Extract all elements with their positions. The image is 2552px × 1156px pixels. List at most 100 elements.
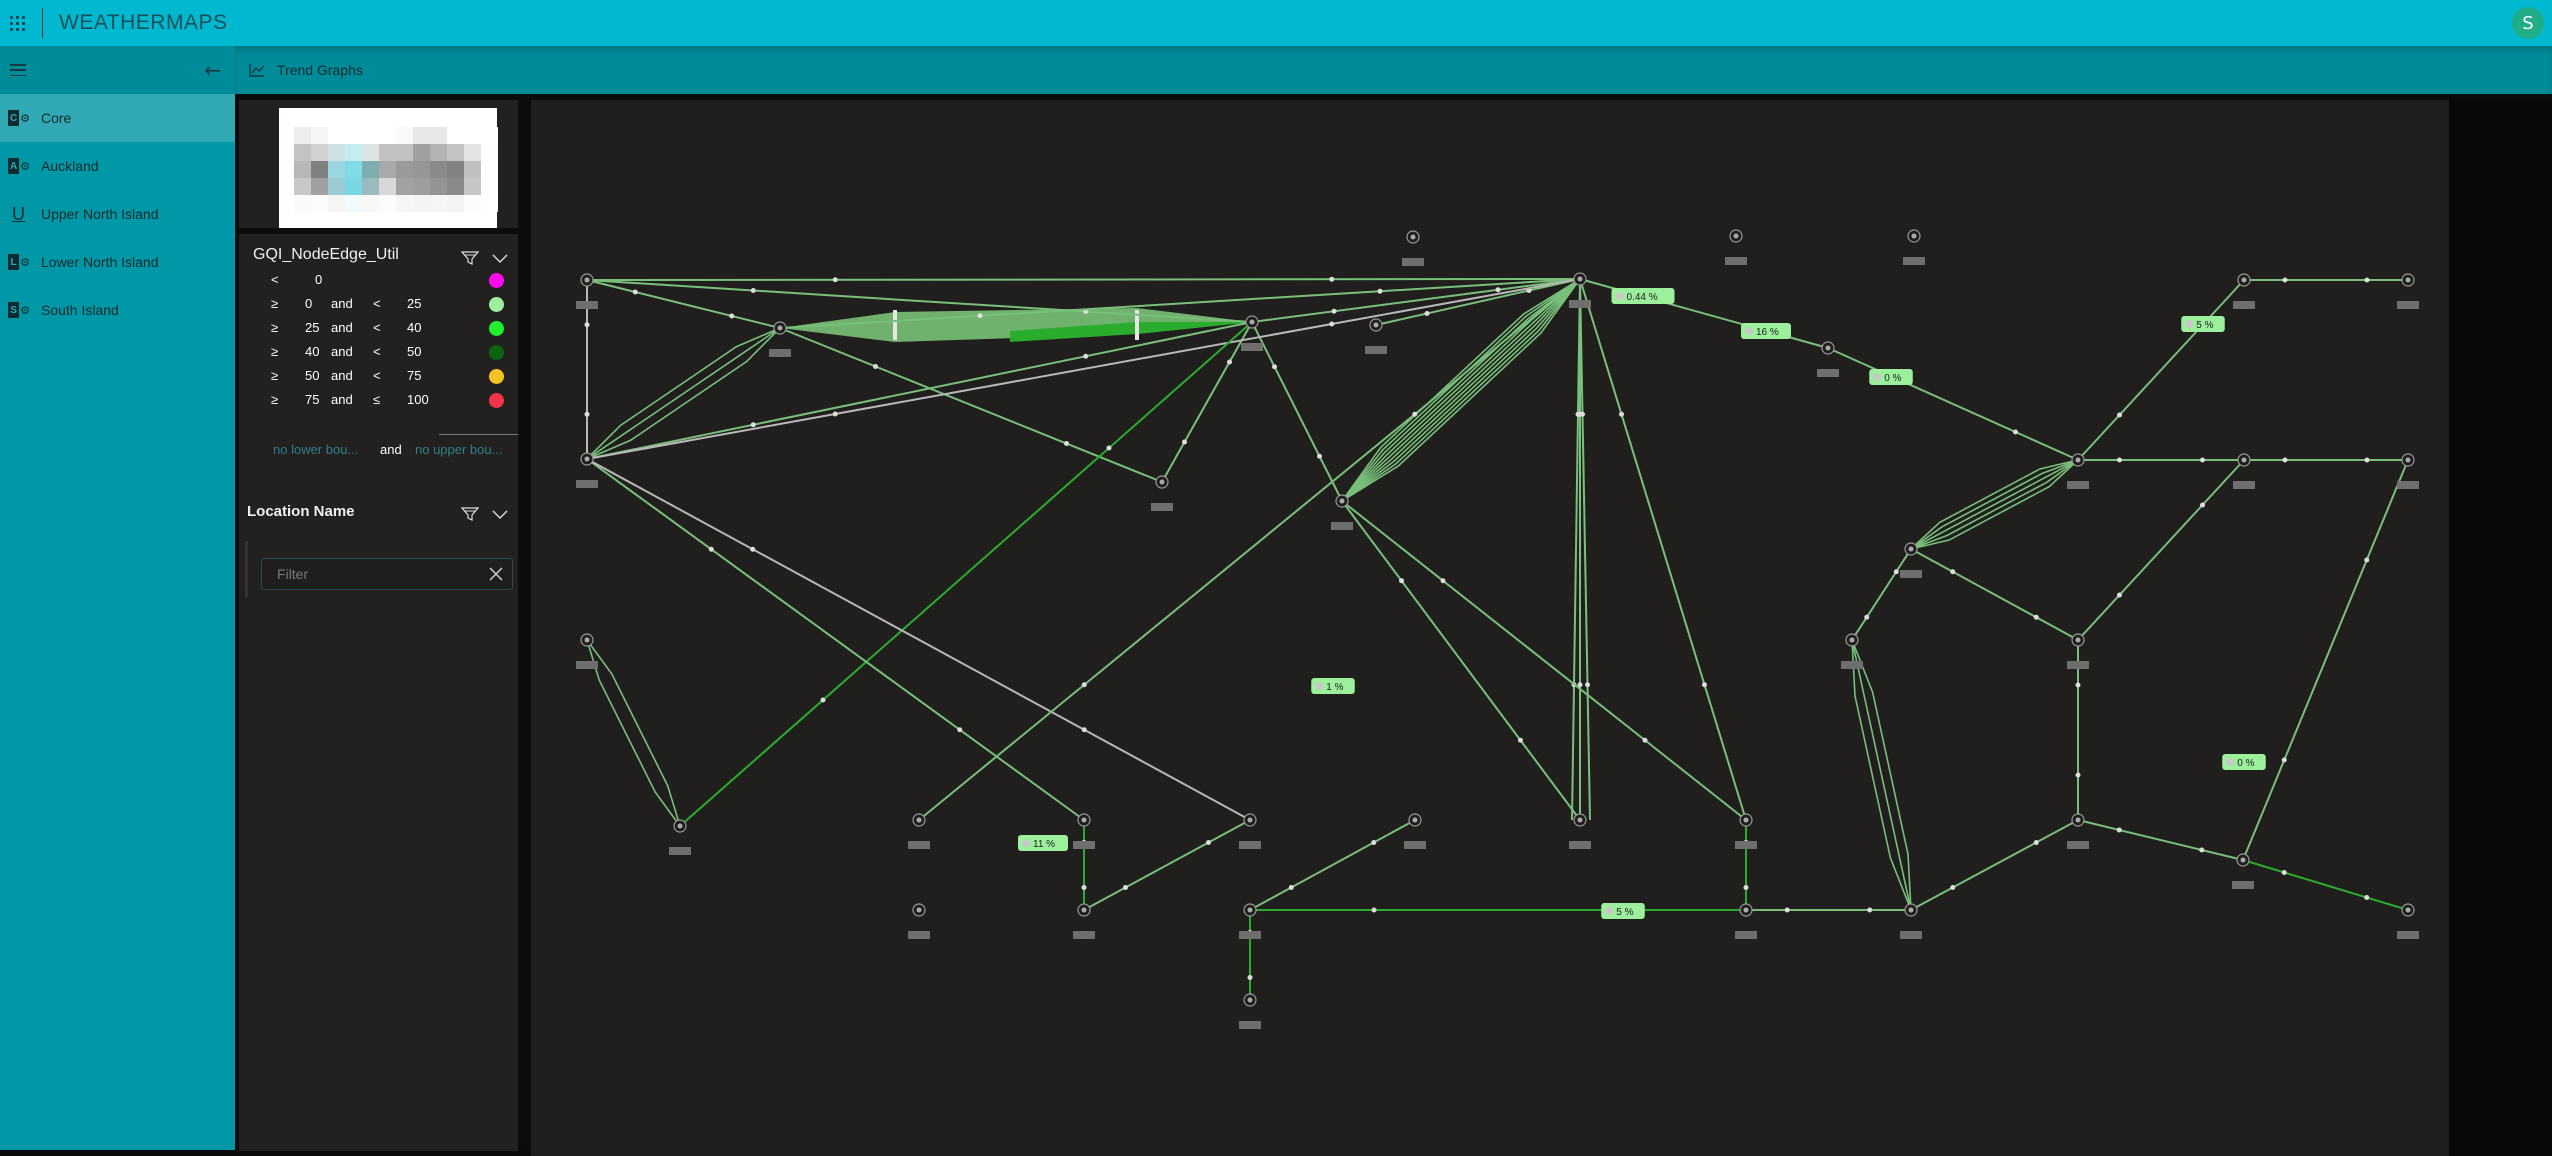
map-node[interactable] [1817, 341, 1839, 377]
chevron-down-icon[interactable] [492, 510, 508, 520]
hamburger-menu-icon[interactable] [10, 64, 26, 76]
node-name-redacted [1073, 931, 1095, 939]
sidebar-item-label: South Island [41, 302, 119, 318]
map-node[interactable] [1151, 475, 1173, 511]
link-edge[interactable] [586, 278, 1581, 281]
chevron-down-icon[interactable] [492, 254, 508, 264]
legend-color-swatch[interactable] [489, 369, 504, 384]
thumbnail-pixel [345, 127, 362, 144]
thumbnail-pixel [379, 195, 396, 212]
utilization-badge[interactable]: 0.44 % [1611, 288, 1675, 304]
link-edge[interactable] [1579, 278, 1747, 821]
bundled-link-edge[interactable] [1341, 278, 1581, 502]
link-edge[interactable] [2077, 279, 2245, 461]
weathermap-canvas[interactable]: 0.44 % 16 % 0 % 5 % 1 % 11 % 5 % 0 % [531, 100, 2449, 1156]
network-weathermap[interactable]: 0.44 % 16 % 0 % 5 % 1 % 11 % 5 % 0 % [531, 100, 2449, 1156]
link-midpoint-marker [1288, 885, 1294, 890]
link-edge[interactable] [2242, 459, 2409, 861]
legend-color-swatch[interactable] [489, 393, 504, 408]
utilization-badge[interactable]: 0 % [1869, 369, 1913, 385]
map-node[interactable] [2397, 903, 2419, 939]
link-edge[interactable] [1249, 819, 1416, 911]
location-filter-title: Location Name [247, 503, 355, 520]
link-midpoint-marker [832, 277, 838, 283]
link-edge[interactable] [1571, 278, 1581, 821]
map-node[interactable] [669, 819, 691, 855]
thumbnail-pixel [481, 161, 498, 178]
legend-and: and [331, 368, 353, 383]
location-filter-input[interactable] [262, 566, 472, 582]
thumbnail-pixel [396, 161, 413, 178]
map-node[interactable] [1073, 903, 1095, 939]
map-node[interactable] [908, 813, 930, 849]
legend-color-swatch[interactable] [489, 273, 504, 288]
utilization-badge[interactable]: 11 % [1018, 835, 1068, 851]
link-edge[interactable] [2242, 859, 2409, 911]
lower-bound-input[interactable]: no lower bou... [273, 442, 358, 457]
link-edge[interactable] [1083, 819, 1251, 911]
bundled-link-edge[interactable] [586, 639, 681, 827]
app-launcher-icon[interactable] [10, 14, 28, 32]
filter-icon[interactable] [461, 250, 479, 266]
map-node[interactable] [908, 903, 930, 939]
utilization-badge[interactable]: 1 % [1311, 678, 1355, 694]
trend-graphs-link[interactable]: Trend Graphs [277, 62, 363, 78]
map-thumbnail[interactable] [279, 108, 498, 228]
sidebar-item-core[interactable]: C ⚙ Core [0, 94, 235, 142]
map-node[interactable] [1239, 813, 1261, 849]
utilization-badge[interactable]: 5 % [1601, 903, 1645, 919]
link-edge[interactable] [1910, 819, 2079, 911]
link-edge[interactable] [1910, 548, 2079, 641]
sidebar-item-lower-north-island[interactable]: L ⚙ Lower North Island [0, 238, 235, 286]
utilization-value: 0 % [1884, 373, 1901, 384]
map-node[interactable] [1239, 993, 1261, 1029]
legend-color-swatch[interactable] [489, 321, 504, 336]
link-midpoint-marker [832, 411, 838, 417]
link-edge[interactable] [2077, 459, 2245, 641]
underline-u-icon: U [12, 203, 25, 224]
link-midpoint-marker [1272, 364, 1277, 370]
utilization-badge[interactable]: 16 % [1741, 323, 1791, 339]
link-edge[interactable] [2077, 819, 2244, 861]
node-name-redacted [1402, 258, 1424, 266]
upper-bound-input[interactable]: no upper bou... [415, 442, 502, 457]
map-node[interactable] [1903, 229, 1925, 265]
utilization-badge[interactable]: 5 % [2181, 316, 2225, 332]
link-edge[interactable] [918, 278, 1581, 821]
link-edge[interactable] [586, 458, 1085, 821]
link-edge[interactable] [1579, 278, 1591, 821]
link-midpoint-marker [2282, 277, 2288, 283]
map-node[interactable] [1402, 230, 1424, 266]
link-edge[interactable] [586, 279, 781, 329]
utilization-badge[interactable]: 0 % [2222, 754, 2266, 770]
link-edge[interactable] [679, 321, 1253, 827]
user-avatar[interactable]: S [2512, 7, 2544, 39]
legend-color-swatch[interactable] [489, 345, 504, 360]
map-node[interactable] [2232, 853, 2254, 889]
map-node[interactable] [2067, 813, 2089, 849]
node-name-redacted [1569, 841, 1591, 849]
link-edge[interactable] [586, 458, 1251, 821]
map-node[interactable] [1725, 229, 1747, 265]
map-node[interactable] [1404, 813, 1426, 849]
sidebar-item-auckland[interactable]: A ⚙ Auckland [0, 142, 235, 190]
link-edge[interactable] [779, 327, 1163, 483]
link-edge[interactable] [1827, 347, 2079, 461]
link-midpoint-marker [1867, 907, 1873, 913]
legend-color-swatch[interactable] [489, 297, 504, 312]
bundled-link-edge[interactable] [1851, 639, 1912, 911]
location-filter-field[interactable] [261, 558, 513, 590]
collapse-sidebar-arrow-icon[interactable]: ← [204, 58, 221, 82]
link-midpoint-marker [2116, 827, 2122, 833]
link-midpoint-marker [632, 289, 638, 295]
legend-v2: 100 [407, 392, 429, 407]
thumbnail-pixel [294, 178, 311, 195]
close-icon[interactable] [488, 566, 504, 582]
link-edge[interactable] [1251, 321, 1343, 502]
bundled-link-edge[interactable] [1910, 459, 2079, 550]
filter-icon[interactable] [461, 506, 479, 522]
sidebar-item-upper-north-island[interactable]: U Upper North Island [0, 190, 235, 238]
bundled-link-edge[interactable] [586, 639, 681, 827]
link-edge[interactable] [1851, 548, 1912, 641]
sidebar-item-south-island[interactable]: S ⚙ South Island [0, 286, 235, 334]
